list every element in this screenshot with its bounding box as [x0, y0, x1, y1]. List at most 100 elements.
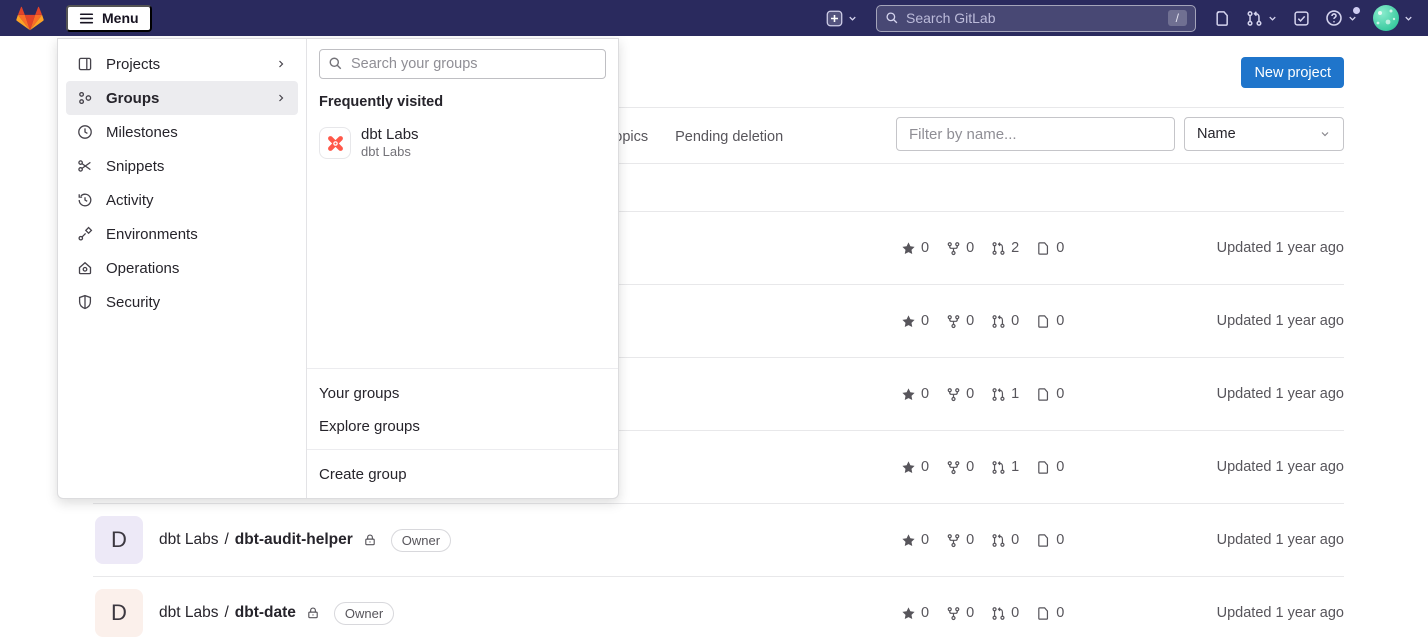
issues-icon: [1036, 241, 1051, 256]
menu-button[interactable]: Menu: [66, 5, 152, 32]
user-menu[interactable]: [1373, 5, 1414, 31]
role-badge: Owner: [334, 602, 394, 625]
project-row-left: D dbt Labs / dbt-date Owner: [93, 589, 394, 637]
search-groups-input[interactable]: [319, 49, 606, 79]
todos-icon[interactable]: [1293, 10, 1310, 27]
merge-requests-stat[interactable]: 0: [991, 313, 1019, 329]
chevron-down-icon: [1319, 128, 1331, 140]
divider: [307, 368, 618, 369]
merge-request-icon: [991, 460, 1006, 475]
frequent-group-dbt-labs[interactable]: dbt Labs dbt Labs: [319, 126, 606, 160]
issues-stat[interactable]: 0: [1036, 313, 1064, 329]
project-stats: 0 0 1 0: [901, 459, 1064, 475]
star-icon: [901, 314, 916, 329]
menu-item-snippets[interactable]: Snippets: [66, 149, 298, 183]
global-search[interactable]: /: [876, 5, 1196, 32]
snippet-icon: [77, 158, 93, 174]
dbt-logo-icon: [319, 127, 351, 159]
search-icon: [328, 56, 343, 76]
fork-icon: [946, 387, 961, 402]
fork-icon: [946, 606, 961, 621]
path-separator: /: [224, 604, 228, 622]
merge-requests-stat[interactable]: 2: [991, 240, 1019, 256]
merge-requests-stat[interactable]: 1: [991, 386, 1019, 402]
project-tabs: Topics Pending deletion: [607, 129, 783, 145]
gitlab-logo-icon[interactable]: [16, 5, 44, 32]
chevron-right-icon: [275, 92, 287, 104]
forks-stat[interactable]: 0: [946, 386, 974, 402]
menu-item-milestones[interactable]: Milestones: [66, 115, 298, 149]
your-groups-link[interactable]: Your groups: [307, 377, 618, 410]
create-group-link[interactable]: Create group: [307, 458, 618, 491]
stars-stat[interactable]: 0: [901, 313, 929, 329]
stars-stat[interactable]: 0: [901, 240, 929, 256]
menu-item-environments[interactable]: Environments: [66, 217, 298, 251]
help-dropdown[interactable]: [1325, 9, 1358, 27]
table-row[interactable]: D dbt Labs / dbt-date Owner 0 0: [93, 577, 1344, 644]
menu-item-activity[interactable]: Activity: [66, 183, 298, 217]
explore-groups-link[interactable]: Explore groups: [307, 410, 618, 443]
search-shortcut-badge: /: [1168, 10, 1187, 26]
merge-requests-dropdown[interactable]: [1246, 10, 1278, 27]
fork-icon: [946, 460, 961, 475]
issues-stat[interactable]: 0: [1036, 605, 1064, 621]
menu-items-column: Projects Groups Milestones: [58, 39, 306, 498]
history-icon: [77, 192, 93, 208]
environment-icon: [77, 226, 93, 242]
project-avatar[interactable]: D: [95, 516, 143, 564]
frequent-group-text: dbt Labs dbt Labs: [361, 126, 419, 160]
project-namespace: dbt Labs: [159, 604, 218, 622]
project-icon: [77, 56, 93, 72]
project-stats: 0 0 1 0: [901, 386, 1064, 402]
merge-requests-stat[interactable]: 1: [991, 459, 1019, 475]
stars-stat[interactable]: 0: [901, 605, 929, 621]
project-stats: 0 0 0 0: [901, 532, 1064, 548]
merge-request-icon: [991, 533, 1006, 548]
path-separator: /: [224, 531, 228, 549]
issues-stat[interactable]: 0: [1036, 459, 1064, 475]
chevron-right-icon: [275, 58, 287, 70]
stars-stat[interactable]: 0: [901, 386, 929, 402]
fork-icon: [946, 241, 961, 256]
menu-item-security[interactable]: Security: [66, 285, 298, 319]
project-title-link[interactable]: dbt Labs / dbt-date Owner: [159, 602, 394, 625]
issues-icon[interactable]: [1214, 10, 1231, 27]
updated-timestamp: Updated 1 year ago: [1217, 313, 1344, 329]
project-avatar[interactable]: D: [95, 589, 143, 637]
forks-stat[interactable]: 0: [946, 459, 974, 475]
lock-icon: [363, 533, 377, 547]
notification-dot: [1353, 7, 1360, 14]
table-row[interactable]: D dbt Labs / dbt-audit-helper Owner 0: [93, 504, 1344, 577]
question-circle-icon: [1325, 9, 1343, 27]
new-menu-dropdown[interactable]: [826, 10, 858, 27]
merge-requests-stat[interactable]: 0: [991, 605, 1019, 621]
operations-icon: [77, 260, 93, 276]
search-input[interactable]: [906, 10, 1161, 26]
stars-stat[interactable]: 0: [901, 459, 929, 475]
search-icon: [885, 11, 899, 25]
issues-stat[interactable]: 0: [1036, 532, 1064, 548]
star-icon: [901, 533, 916, 548]
new-project-button[interactable]: New project: [1241, 57, 1344, 88]
forks-stat[interactable]: 0: [946, 240, 974, 256]
fork-icon: [946, 533, 961, 548]
merge-requests-stat[interactable]: 0: [991, 532, 1019, 548]
forks-stat[interactable]: 0: [946, 313, 974, 329]
stars-stat[interactable]: 0: [901, 532, 929, 548]
plus-square-icon: [826, 10, 843, 27]
menu-item-groups[interactable]: Groups: [66, 81, 298, 115]
forks-stat[interactable]: 0: [946, 605, 974, 621]
issues-icon: [1036, 533, 1051, 548]
menu-item-projects[interactable]: Projects: [66, 47, 298, 81]
project-title-link[interactable]: dbt Labs / dbt-audit-helper Owner: [159, 529, 451, 552]
tab-pending-deletion[interactable]: Pending deletion: [675, 129, 783, 145]
chevron-down-icon: [1267, 13, 1278, 24]
filter-by-name-input[interactable]: [896, 117, 1175, 151]
menu-item-operations[interactable]: Operations: [66, 251, 298, 285]
star-icon: [901, 460, 916, 475]
forks-stat[interactable]: 0: [946, 532, 974, 548]
issues-stat[interactable]: 0: [1036, 386, 1064, 402]
sort-dropdown[interactable]: Name: [1184, 117, 1344, 151]
merge-request-icon: [1246, 10, 1263, 27]
issues-stat[interactable]: 0: [1036, 240, 1064, 256]
